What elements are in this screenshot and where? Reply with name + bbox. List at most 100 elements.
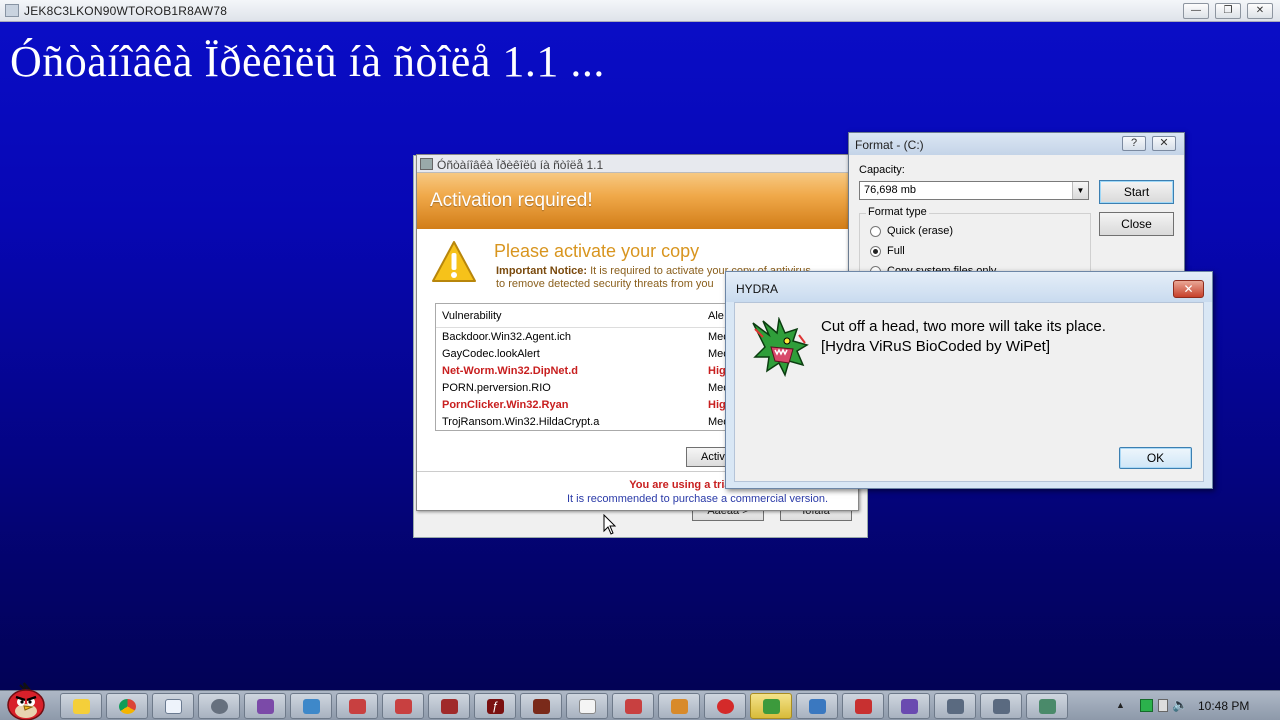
column-alert[interactable]: Ale — [708, 310, 724, 322]
taskbar-app-button[interactable] — [934, 693, 976, 719]
hydra-close-icon[interactable]: ✕ — [1173, 280, 1204, 298]
close-window-button[interactable]: ✕ — [1247, 3, 1273, 19]
warning-icon — [432, 241, 476, 282]
ok-button[interactable]: OK — [1119, 447, 1192, 469]
start-button-angry-bird-icon[interactable] — [4, 681, 48, 720]
hydra-dialog: HYDRA ✕ Cut off a head, two more will ta… — [725, 271, 1213, 489]
purchase-link[interactable]: It is recommended to purchase a commerci… — [417, 493, 858, 505]
app-icon — [257, 699, 274, 714]
notepad-icon — [165, 699, 182, 714]
threat-name: PORN.perversion.RIO — [442, 382, 551, 394]
app-icon — [349, 699, 366, 714]
gear-icon — [211, 699, 228, 714]
system-tray: ▲ 🔈 — [1112, 691, 1280, 720]
activation-header: Activation required! — [417, 173, 858, 229]
threat-name: TrojRansom.Win32.HildaCrypt.a — [442, 416, 600, 428]
taskbar-app-button[interactable] — [566, 693, 608, 719]
taskbar-app-button[interactable] — [290, 693, 332, 719]
threat-name: GayCodec.lookAlert — [442, 348, 540, 360]
app-icon — [717, 699, 734, 714]
flash-icon: ƒ — [487, 699, 504, 714]
app-icon — [993, 699, 1010, 714]
app-icon — [625, 699, 642, 714]
app-icon — [441, 699, 458, 714]
close-button[interactable]: Close — [1099, 212, 1174, 236]
activation-title: Óñòàíîâêà Ïðèêîëû íà ñòîëå 1.1 — [437, 158, 604, 172]
tray-expand-icon[interactable]: ▲ — [1116, 700, 1125, 710]
taskbar-flash-button[interactable]: ƒ — [474, 693, 516, 719]
activation-titlebar: Óñòàíîâêà Ïðèêîëû íà ñòîëå 1.1 — [417, 155, 858, 173]
battery-icon[interactable] — [1158, 699, 1168, 712]
app-icon — [303, 699, 320, 714]
app-icon — [901, 699, 918, 714]
taskbar-app-button[interactable] — [888, 693, 930, 719]
taskbar-notepad-button[interactable] — [152, 693, 194, 719]
taskbar-app-button[interactable] — [796, 693, 838, 719]
notice-bold: Important Notice: — [496, 265, 588, 277]
chrome-icon — [119, 699, 136, 714]
app-icon — [5, 4, 19, 17]
installer-banner: Óñòàíîâêà Ïðèêîëû íà ñòîëå 1.1 ... — [10, 37, 605, 86]
app-icon — [855, 699, 872, 714]
network-icon[interactable] — [1140, 699, 1153, 712]
window-title: JEK8C3LKON90WTOROB1R8AW78 — [24, 4, 228, 18]
format-type-label: Format type — [866, 206, 929, 218]
threat-alert: Hig — [708, 365, 726, 377]
volume-icon[interactable]: 🔈 — [1172, 697, 1188, 713]
window-titlebar: JEK8C3LKON90WTOROB1R8AW78 — ❐ ✕ — [0, 0, 1280, 22]
taskbar-app-button[interactable] — [704, 693, 746, 719]
app-icon — [1039, 699, 1056, 714]
format-close-icon[interactable]: ✕ — [1152, 136, 1176, 151]
mouse-cursor-icon — [603, 514, 617, 535]
hydra-titlebar: HYDRA ✕ — [726, 272, 1212, 302]
help-button[interactable]: ? — [1122, 136, 1146, 151]
app-icon — [947, 699, 964, 714]
start-button[interactable]: Start — [1099, 180, 1174, 204]
capacity-value: 76,698 mb — [864, 184, 916, 196]
app-icon — [395, 699, 412, 714]
check-icon — [763, 699, 780, 714]
taskbar-explorer-button[interactable] — [60, 693, 102, 719]
option-full-label[interactable]: Full — [887, 245, 905, 257]
app-icon — [671, 699, 688, 714]
taskbar-app-button[interactable] — [244, 693, 286, 719]
dragon-icon — [752, 317, 809, 377]
radio-full[interactable] — [870, 246, 881, 257]
taskbar-app-button[interactable] — [980, 693, 1022, 719]
taskbar-hydra-button[interactable] — [750, 693, 792, 719]
hydra-body: Cut off a head, two more will take its p… — [734, 302, 1204, 482]
taskbar-app-button[interactable] — [612, 693, 654, 719]
taskbar-app-button[interactable] — [658, 693, 700, 719]
taskbar-app-button[interactable] — [382, 693, 424, 719]
app-icon — [533, 699, 550, 714]
folder-icon — [73, 699, 90, 714]
activation-heading: Please activate your copy — [494, 241, 700, 261]
activation-header-text: Activation required! — [430, 190, 593, 211]
threat-name: Net-Worm.Win32.DipNet.d — [442, 365, 578, 377]
minimize-button[interactable]: — — [1183, 3, 1209, 19]
taskbar-app-button[interactable] — [336, 693, 378, 719]
taskbar-app-button[interactable] — [842, 693, 884, 719]
taskbar-app-button[interactable] — [1026, 693, 1068, 719]
taskbar-chrome-button[interactable] — [106, 693, 148, 719]
capacity-select[interactable]: 76,698 mb ▼ — [859, 181, 1089, 200]
installer-icon — [420, 158, 433, 170]
chevron-down-icon[interactable]: ▼ — [1072, 182, 1088, 199]
taskbar-app-button[interactable] — [520, 693, 562, 719]
taskbar: ƒ ▲ 🔈 10:48 PM — [0, 682, 1280, 720]
taskbar-app-button[interactable] — [428, 693, 470, 719]
hydra-message-line-1: Cut off a head, two more will take its p… — [821, 318, 1106, 335]
capacity-label: Capacity: — [859, 164, 905, 176]
threat-alert: Hig — [708, 399, 726, 411]
column-vulnerability[interactable]: Vulnerability — [442, 310, 502, 322]
threat-name: PornClicker.Win32.Ryan — [442, 399, 569, 411]
clock[interactable]: 10:48 PM — [1198, 699, 1249, 713]
app-icon — [809, 699, 826, 714]
notice-line-2: to remove detected security threats from… — [496, 278, 714, 290]
option-quick-label[interactable]: Quick (erase) — [887, 225, 953, 237]
app-icon — [579, 699, 596, 714]
radio-quick[interactable] — [870, 226, 881, 237]
taskbar-settings-button[interactable] — [198, 693, 240, 719]
format-dialog: Format - (C:) ? ✕ Capacity: 76,698 mb ▼ … — [848, 132, 1185, 283]
restore-button[interactable]: ❐ — [1215, 3, 1241, 19]
